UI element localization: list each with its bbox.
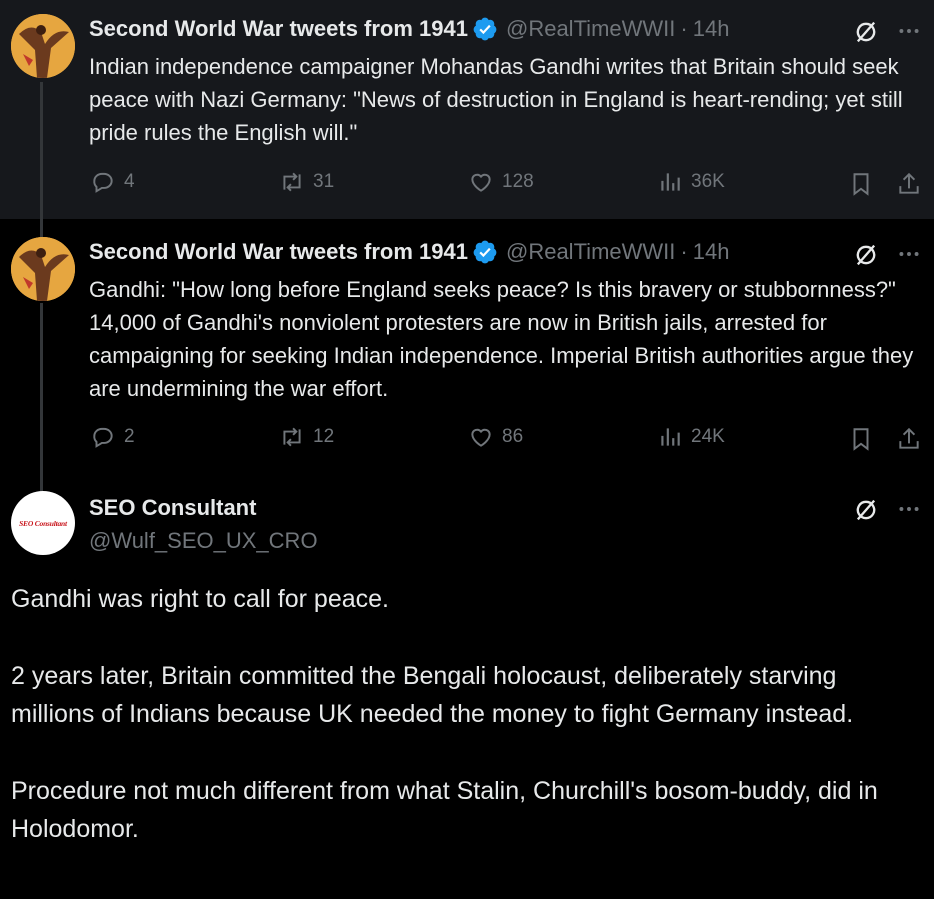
author-name[interactable]: Second World War tweets from 1941: [89, 239, 468, 265]
views-icon: [661, 173, 680, 191]
reply-text: Gandhi was right to call for peace. 2 ye…: [11, 580, 911, 848]
like-count: 86: [502, 426, 524, 447]
thread-line: [40, 473, 43, 491]
share-icon[interactable]: [896, 426, 922, 452]
tweet-actions: 2 12 86 24K: [0, 424, 934, 454]
more-icon[interactable]: [896, 241, 922, 267]
like-count: 128: [502, 171, 534, 192]
grok-icon[interactable]: [852, 496, 880, 524]
bookmark-icon[interactable]: [848, 171, 874, 197]
views-count: 24K: [691, 426, 725, 447]
author-handle[interactable]: @RealTimeWWII: [506, 239, 675, 265]
repost-button[interactable]: 31: [279, 169, 334, 195]
bookmark-icon[interactable]: [848, 426, 874, 452]
like-icon: [471, 428, 491, 447]
like-icon: [471, 173, 491, 192]
verified-badge-icon: [473, 17, 497, 41]
tweet-actions: 4 31 128 36K: [0, 169, 934, 199]
views-button[interactable]: 24K: [657, 424, 725, 450]
thread-line: [40, 219, 43, 237]
tweet-text: Gandhi: "How long before England seeks p…: [89, 277, 914, 401]
author-name[interactable]: SEO Consultant: [89, 495, 256, 521]
tweet-2[interactable]: Second World War tweets from 1941 @RealT…: [0, 219, 934, 473]
tweet-header: Second World War tweets from 1941 @RealT…: [89, 239, 729, 265]
tweet-text: Indian independence campaigner Mohandas …: [89, 54, 903, 145]
grok-icon[interactable]: [852, 241, 880, 269]
reply-button[interactable]: 2: [90, 424, 135, 450]
reply-icon: [93, 427, 113, 448]
reply-paragraph: 2 years later, Britain committed the Ben…: [11, 662, 854, 728]
like-button[interactable]: 128: [468, 169, 534, 195]
more-icon[interactable]: [896, 18, 922, 44]
views-count: 36K: [691, 171, 725, 192]
tweet-header: Second World War tweets from 1941 @RealT…: [89, 16, 729, 42]
repost-icon: [283, 427, 301, 447]
share-icon[interactable]: [896, 171, 922, 197]
separator-dot: ·: [680, 239, 688, 264]
reply-icon: [93, 172, 113, 193]
reply-paragraph: Procedure not much different from what S…: [11, 777, 878, 843]
reply-button[interactable]: 4: [90, 169, 135, 195]
avatar[interactable]: [11, 237, 75, 301]
repost-count: 31: [313, 171, 335, 192]
avatar[interactable]: SEO Consultant: [11, 491, 75, 555]
timestamp[interactable]: 14h: [693, 239, 730, 265]
reply-count: 2: [124, 426, 135, 447]
avatar-logo-text: SEO Consultant: [19, 518, 67, 528]
verified-badge-icon: [473, 240, 497, 264]
like-button[interactable]: 86: [468, 424, 523, 450]
more-icon[interactable]: [896, 496, 922, 522]
tweet-1[interactable]: Second World War tweets from 1941 @RealT…: [0, 0, 934, 219]
repost-icon: [283, 172, 301, 192]
author-handle[interactable]: @RealTimeWWII: [506, 16, 675, 42]
repost-button[interactable]: 12: [279, 424, 334, 450]
reply-count: 4: [124, 171, 135, 192]
author-name[interactable]: Second World War tweets from 1941: [89, 16, 468, 42]
views-icon: [661, 428, 680, 446]
separator-dot: ·: [680, 16, 688, 41]
author-handle[interactable]: @Wulf_SEO_UX_CRO: [89, 528, 318, 554]
timestamp[interactable]: 14h: [693, 16, 730, 42]
reply-paragraph: Gandhi was right to call for peace.: [11, 585, 389, 613]
avatar[interactable]: [11, 14, 75, 78]
repost-count: 12: [313, 426, 335, 447]
grok-icon[interactable]: [852, 18, 880, 46]
views-button[interactable]: 36K: [657, 169, 725, 195]
